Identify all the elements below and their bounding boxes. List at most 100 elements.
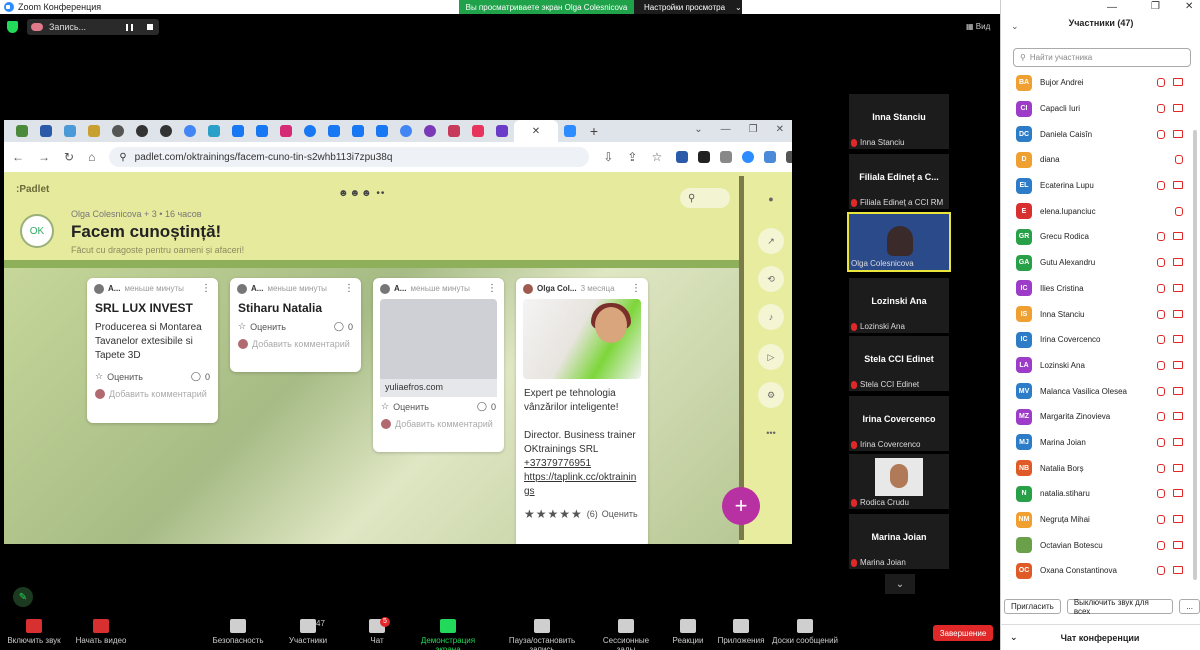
apps-button[interactable]: Приложения [716, 619, 766, 645]
add-comment[interactable]: Добавить комментарий [373, 416, 504, 435]
browser-tab[interactable] [418, 120, 442, 142]
video-off-icon[interactable] [1173, 78, 1183, 87]
mic-muted-icon[interactable] [1157, 232, 1165, 242]
participant-row[interactable]: NB Natalia Borș [1001, 455, 1191, 481]
site-info-icon[interactable]: ⚲ [119, 152, 126, 163]
browser-tab[interactable] [322, 120, 346, 142]
mic-muted-icon[interactable] [1157, 489, 1165, 499]
post-photo[interactable] [523, 299, 641, 379]
chat-panel-header[interactable]: ⌄ Чат конференции [1000, 624, 1200, 650]
mic-muted-icon[interactable] [1157, 104, 1165, 114]
mic-muted-icon[interactable] [1157, 515, 1165, 525]
participant-row[interactable]: IS Inna Stanciu [1001, 301, 1191, 327]
participant-row[interactable]: BA Bujor Andrei [1001, 70, 1191, 96]
video-off-icon[interactable] [1173, 129, 1183, 138]
new-tab-button[interactable]: + [582, 120, 606, 142]
restore-icon[interactable]: ❐ [749, 124, 758, 135]
browser-tab[interactable] [250, 120, 274, 142]
video-off-icon[interactable] [1173, 463, 1183, 472]
browser-tab[interactable] [346, 120, 370, 142]
minimize-icon[interactable]: — [721, 124, 731, 135]
browser-tab[interactable] [490, 120, 514, 142]
video-off-icon[interactable] [1173, 309, 1183, 318]
participant-row[interactable]: MZ Margarita Zinovieva [1001, 404, 1191, 430]
restore-icon[interactable]: ❐ [1151, 1, 1160, 12]
mic-muted-icon[interactable] [1157, 309, 1165, 319]
participant-tile[interactable]: Rodica Crudu [849, 454, 949, 509]
post-menu-icon[interactable]: ⋮ [201, 283, 211, 294]
padlet-play-icon[interactable]: ▷ [758, 344, 784, 370]
rate-button[interactable]: Оценить [107, 372, 143, 382]
strip-scroll-down-button[interactable]: ⌄ [885, 574, 915, 594]
participant-tile[interactable]: Inna Stanciu Inna Stanciu [849, 94, 949, 149]
padlet-post-card[interactable]: А... меньше минуты ⋮ SRL LUX INVEST Produc… [87, 278, 218, 423]
participant-row[interactable]: Eelena.lupanciuc [1001, 198, 1191, 224]
padlet-user-avatar[interactable]: ● [758, 186, 784, 212]
video-off-icon[interactable] [1173, 104, 1183, 113]
participant-row[interactable]: CI Capacli Iuri [1001, 96, 1191, 122]
participant-row[interactable]: NM Negruța Mihai [1001, 507, 1191, 533]
post-menu-icon[interactable]: ⋮ [631, 283, 641, 294]
participant-row[interactable]: OC Oxana Constantinova [1001, 558, 1191, 582]
mic-muted-icon[interactable] [1157, 437, 1165, 447]
post-menu-icon[interactable]: ⋮ [344, 283, 354, 294]
security-button[interactable]: Безопасность [212, 619, 264, 645]
add-comment[interactable]: Добавить комментарий [87, 386, 218, 405]
mic-muted-icon[interactable] [1157, 463, 1165, 473]
reactions-button[interactable]: Реакции [672, 619, 704, 645]
extension-icon[interactable] [676, 151, 689, 163]
start-video-button[interactable]: Начать видео [74, 619, 128, 645]
browser-tab[interactable] [10, 120, 34, 142]
mic-muted-icon[interactable] [1175, 206, 1183, 216]
participants-scrollbar[interactable] [1193, 130, 1197, 580]
mic-muted-icon[interactable] [1157, 412, 1165, 422]
padlet-search-button[interactable]: ⚲ [680, 188, 730, 208]
stop-recording-icon[interactable] [147, 24, 153, 30]
star-icon[interactable]: ☆ [95, 371, 103, 382]
post-menu-icon[interactable]: ⋮ [487, 283, 497, 294]
participant-row[interactable]: Nnatalia.stiharu [1001, 481, 1191, 507]
video-off-icon[interactable] [1173, 258, 1183, 267]
video-off-icon[interactable] [1173, 412, 1183, 421]
participant-tile[interactable]: Irina Covercenco Irina Covercenco [849, 396, 949, 451]
star-icon[interactable]: ☆ [381, 401, 389, 412]
browser-tab[interactable] [130, 120, 154, 142]
participant-search-input[interactable]: ⚲ Найти участника [1013, 48, 1191, 67]
padlet-share-icon[interactable]: ↗ [758, 228, 784, 254]
mic-muted-icon[interactable] [1157, 78, 1165, 88]
extension-zoom-icon[interactable] [742, 151, 755, 163]
browser-tab[interactable] [226, 120, 250, 142]
padlet-post-card[interactable]: А... меньше минуты ⋮ Stiharu Natalia ☆ Оцен… [230, 278, 361, 372]
browser-tab[interactable] [34, 120, 58, 142]
star-rating-icon[interactable]: ★★★★★ [524, 507, 583, 521]
padlet-logo[interactable]: :Padlet [16, 184, 49, 195]
taplink-link[interactable]: https://taplink.cc/oktrainings [524, 471, 640, 499]
annotate-pencil-icon[interactable]: ✎ [13, 587, 33, 607]
extension-icon[interactable] [698, 151, 711, 163]
padlet-post-card[interactable]: Olga Col... 3 месяца ⋮ Expert pe tehnologi… [516, 278, 648, 544]
forward-icon[interactable]: → [38, 150, 50, 164]
video-off-icon[interactable] [1173, 360, 1183, 369]
padlet-remake-icon[interactable]: ⟲ [758, 266, 784, 292]
video-off-icon[interactable] [1173, 489, 1183, 498]
video-off-icon[interactable] [1173, 566, 1183, 575]
unmute-button[interactable]: Включить звук [6, 619, 62, 645]
mic-muted-icon[interactable] [1157, 540, 1165, 550]
rate-button[interactable]: Оценить [602, 509, 638, 519]
whiteboards-button[interactable]: Доски сообщений [770, 619, 840, 645]
video-off-icon[interactable] [1173, 283, 1183, 292]
close-icon[interactable]: ✕ [1185, 1, 1193, 12]
pause-recording-button[interactable]: Пауза/остановить запись [496, 619, 588, 650]
padlet-post-card[interactable]: А... меньше минуты ⋮ yuliaefros.com ☆ Оцени… [373, 278, 504, 452]
share-screen-button[interactable]: Демонстрация экрана [408, 619, 488, 650]
mic-muted-icon[interactable] [1157, 258, 1165, 268]
pause-recording-icon[interactable] [126, 23, 133, 31]
browser-tab[interactable] [202, 120, 226, 142]
video-off-icon[interactable] [1173, 437, 1183, 446]
padlet-bell-icon[interactable]: ♪ [758, 304, 784, 330]
browser-tab[interactable] [274, 120, 298, 142]
participant-tile[interactable]: Stela CCI Edinet Stela CCI Edinet [849, 336, 949, 391]
more-options-button[interactable]: ... [1179, 599, 1200, 614]
participant-row[interactable]: MV Malanca Vasilica Olesea [1001, 378, 1191, 404]
browser-tab[interactable] [394, 120, 418, 142]
